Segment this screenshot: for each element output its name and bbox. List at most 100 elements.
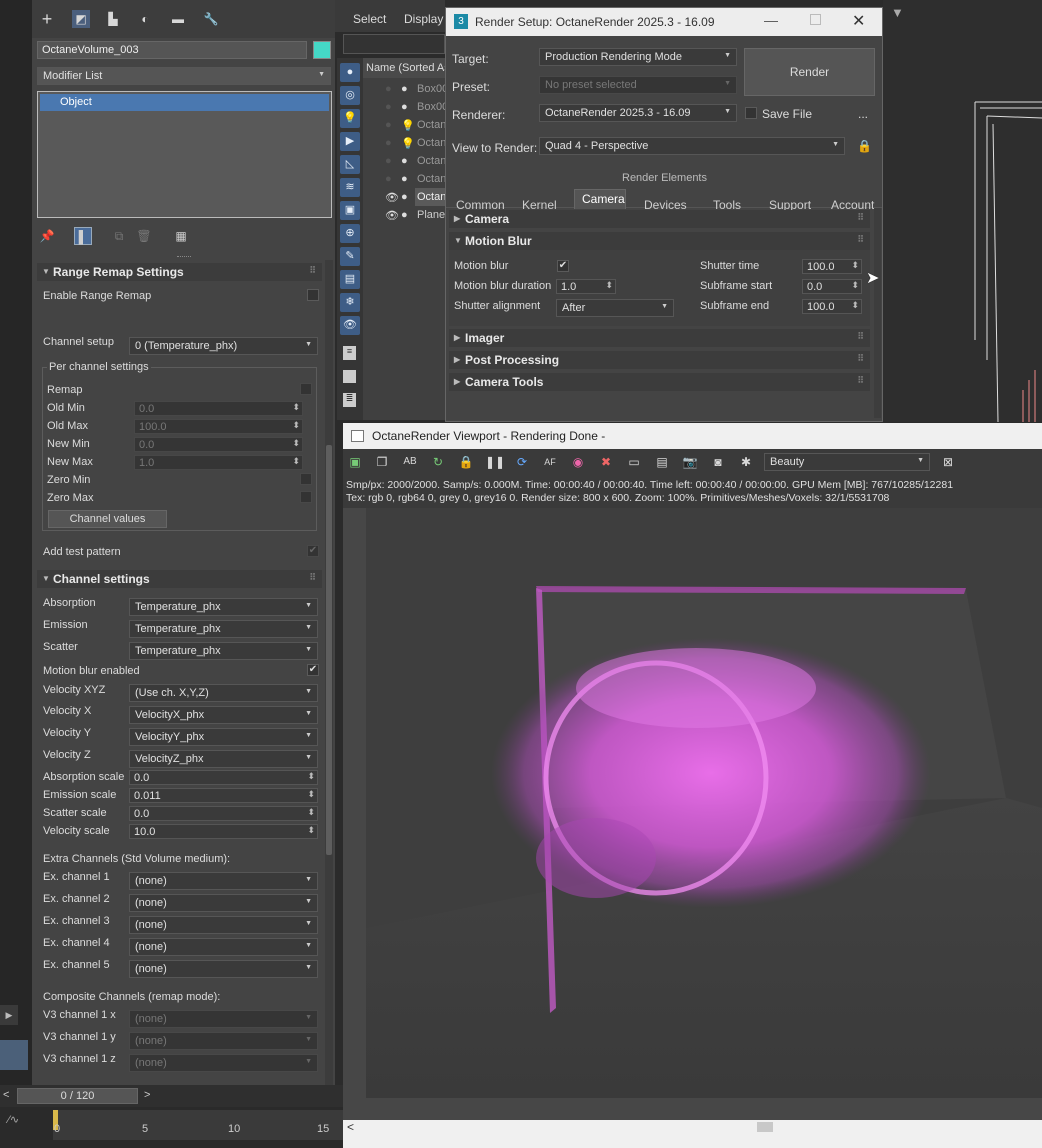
viewport-titlebar[interactable]: OctaneRender Viewport - Rendering Done - <box>343 423 1042 449</box>
emission-dropdown[interactable]: Temperature_phx <box>129 620 318 638</box>
prev-frame-button[interactable]: < <box>3 1089 9 1101</box>
background-viewport[interactable]: ▼ <box>883 0 1042 422</box>
render-setup-scrollbar[interactable] <box>874 208 881 418</box>
channel-settings-header[interactable]: ▼ Channel settings ⠿ <box>37 570 322 588</box>
explorer-row[interactable]: ● 💡 Octan <box>363 116 446 134</box>
refresh-icon[interactable]: ⟳ <box>513 453 531 471</box>
camera-tools-rollout[interactable]: ▶ Camera Tools ⠿ <box>449 373 870 391</box>
filter-cameras-icon[interactable]: ▶ <box>340 132 360 151</box>
menu-display[interactable]: Display <box>404 12 443 26</box>
extra-channel-3-dropdown[interactable]: (none) <box>129 916 318 934</box>
new-max-spinner[interactable]: 1.0 <box>134 455 303 470</box>
render-button[interactable]: Render <box>744 48 875 96</box>
configure-sets-icon[interactable]: ▦ <box>172 227 190 245</box>
filter-containers-icon[interactable]: ▤ <box>340 270 360 289</box>
zero-min-checkbox[interactable] <box>300 473 312 485</box>
minimize-icon[interactable]: — <box>764 12 778 28</box>
region-render-icon[interactable]: ▭ <box>625 453 643 471</box>
panel-scroll-thumb[interactable] <box>326 445 332 855</box>
maximize-icon[interactable] <box>810 14 821 25</box>
film-region-icon[interactable]: ▤ <box>653 453 671 471</box>
pin-stack-icon[interactable]: 📌 <box>38 227 56 245</box>
explorer-row[interactable]: 👁 ● Plane <box>363 206 445 224</box>
velocity-scale-spinner[interactable]: 10.0 <box>129 824 318 839</box>
filter-shapes-icon[interactable]: ◎ <box>340 86 360 105</box>
extra-channel-2-dropdown[interactable]: (none) <box>129 894 318 912</box>
hscroll-thumb[interactable] <box>757 1122 773 1132</box>
menu-select[interactable]: Select <box>353 12 386 26</box>
expand-icon[interactable]: ⊠ <box>939 453 957 471</box>
explorer-search[interactable] <box>343 34 445 54</box>
channels-ab-icon[interactable]: AB <box>401 453 419 471</box>
save-file-checkbox[interactable] <box>745 107 757 119</box>
explorer-row[interactable]: ● 💡 Octan <box>363 134 446 152</box>
filter-invert-icon[interactable]: ≣ <box>343 393 356 407</box>
v3-channel-1y-dropdown[interactable]: (none) <box>129 1032 318 1050</box>
pause-icon[interactable]: ❚❚ <box>485 453 505 471</box>
filter-spacewarps-icon[interactable]: ≋ <box>340 178 360 197</box>
save-image-icon[interactable]: ▣ <box>346 453 364 471</box>
renderer-dropdown[interactable]: OctaneRender 2025.3 - 16.09 <box>539 104 737 122</box>
explorer-row[interactable]: ● ● Octan <box>363 152 446 170</box>
tab-camera-active[interactable]: Camera <box>574 189 626 209</box>
zero-max-checkbox[interactable] <box>300 491 312 503</box>
copy-image-icon[interactable]: ❐ <box>373 453 391 471</box>
filter-bones-icon[interactable]: ✎ <box>340 247 360 266</box>
stack-item-object[interactable]: Object <box>40 94 329 111</box>
restart-render-icon[interactable]: ↻ <box>429 453 447 471</box>
test-pattern-checkbox[interactable]: ✔ <box>307 545 319 557</box>
settings-gear-icon[interactable]: ✱ <box>737 453 755 471</box>
utilities-icon[interactable]: 🔧 <box>202 10 220 28</box>
motion-blur-rollout[interactable]: ▼ Motion Blur ⠿ <box>449 232 870 250</box>
post-processing-rollout[interactable]: ▶ Post Processing ⠿ <box>449 351 870 369</box>
modifier-list-dropdown[interactable]: Modifier List <box>37 67 331 85</box>
filter-all-icon[interactable]: ≡ <box>343 346 356 360</box>
scroll-left-arrow[interactable]: < <box>347 1120 354 1134</box>
subframe-start-spinner[interactable]: 0.0 <box>802 279 862 294</box>
close-icon[interactable]: ✕ <box>852 11 865 31</box>
panel-scrollbar[interactable] <box>325 260 333 1085</box>
preset-dropdown[interactable]: No preset selected <box>539 76 737 94</box>
motion-blur-enabled-checkbox[interactable]: ✔ <box>307 664 319 676</box>
extra-channel-1-dropdown[interactable]: (none) <box>129 872 318 890</box>
motion-blur-checkbox[interactable]: ✔ <box>557 260 569 272</box>
velocity-z-dropdown[interactable]: VelocityZ_phx <box>129 750 318 768</box>
lock-view-icon[interactable]: 🔒 <box>857 139 872 153</box>
scatter-scale-spinner[interactable]: 0.0 <box>129 806 318 821</box>
autofocus-icon[interactable]: AF <box>541 453 559 471</box>
make-unique-icon[interactable]: ⧉ <box>110 227 128 245</box>
filter-geometry-icon[interactable]: ● <box>340 63 360 82</box>
extra-channel-5-dropdown[interactable]: (none) <box>129 960 318 978</box>
filter-lights-icon[interactable]: 💡 <box>340 109 360 128</box>
absorption-dropdown[interactable]: Temperature_phx <box>129 598 318 616</box>
viewport-hscrollbar[interactable]: < <box>343 1120 1042 1134</box>
motion-blur-duration-spinner[interactable]: 1.0 <box>556 279 616 294</box>
render-canvas[interactable] <box>366 508 1042 1098</box>
subframe-end-spinner[interactable]: 100.0 <box>802 299 862 314</box>
motion-icon[interactable]: ◐ <box>136 10 154 28</box>
explorer-header[interactable]: Name (Sorted As <box>363 58 445 78</box>
snapshot-icon[interactable]: ◙ <box>709 453 727 471</box>
v3-channel-1x-dropdown[interactable]: (none) <box>129 1010 318 1028</box>
enable-range-remap-checkbox[interactable] <box>307 289 319 301</box>
more-options-button[interactable]: ... <box>858 107 868 121</box>
velocity-y-dropdown[interactable]: VelocityY_phx <box>129 728 318 746</box>
object-name-field[interactable]: OctaneVolume_003 <box>37 41 307 59</box>
new-min-spinner[interactable]: 0.0 <box>134 437 303 452</box>
remove-modifier-icon[interactable]: 🗑 <box>135 227 153 245</box>
velocity-xyz-dropdown[interactable]: (Use ch. X,Y,Z) <box>129 684 318 702</box>
explorer-row[interactable]: ● ● Box00 <box>363 80 448 98</box>
channel-setup-dropdown[interactable]: 0 (Temperature_phx) <box>129 337 318 355</box>
filter-helpers-icon[interactable]: ◺ <box>340 155 360 174</box>
v3-channel-1z-dropdown[interactable]: (none) <box>129 1054 318 1072</box>
absorption-scale-spinner[interactable]: 0.0 <box>129 770 318 785</box>
shutter-time-spinner[interactable]: 100.0 <box>802 259 862 274</box>
render-setup-titlebar[interactable]: 3 Render Setup: OctaneRender 2025.3 - 16… <box>446 8 882 36</box>
color-picker-icon[interactable]: ◉ <box>569 453 587 471</box>
emission-scale-spinner[interactable]: 0.011 <box>129 788 318 803</box>
view-to-render-dropdown[interactable]: Quad 4 - Perspective <box>539 137 845 155</box>
filter-none-icon[interactable] <box>343 370 356 383</box>
filter-groups-icon[interactable]: ▣ <box>340 201 360 220</box>
modify-icon[interactable]: ◩ <box>72 10 90 28</box>
explorer-row[interactable]: ● ● Octan <box>363 170 446 188</box>
